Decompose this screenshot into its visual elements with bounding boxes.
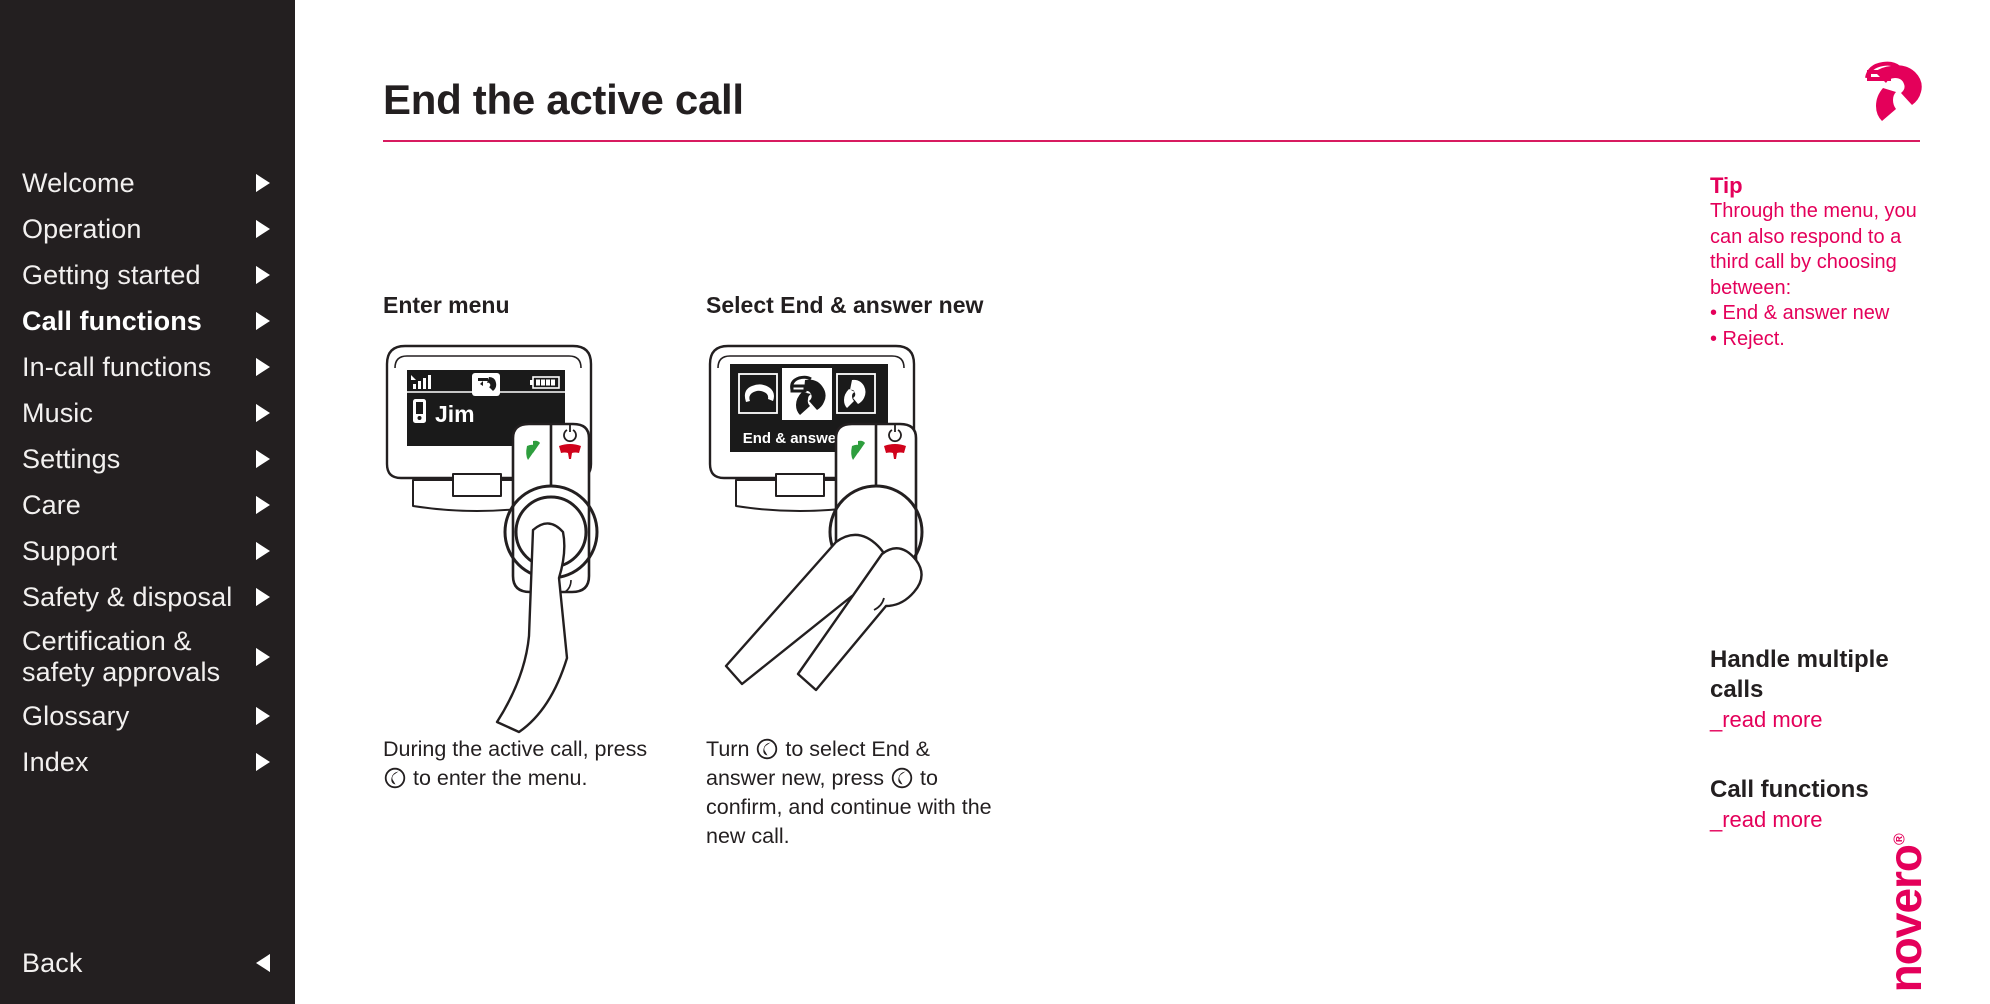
step-2-heading: Select End & answer new: [706, 292, 984, 318]
title-divider: [383, 140, 1920, 142]
related-title: Call functions: [1710, 776, 1869, 803]
sidebar-item-label: Settings: [22, 443, 121, 474]
sidebar-item-welcome[interactable]: Welcome: [0, 160, 295, 206]
jog-dial-icon: [384, 767, 406, 789]
jog-dial-icon: [756, 738, 778, 760]
brand-name: novero: [1879, 844, 1931, 992]
step-2: Select End & answer new End & answer new: [706, 290, 996, 737]
sidebar-item-label: Call functions: [22, 305, 202, 336]
chevron-right-icon: [253, 356, 273, 378]
tip-title: Tip: [1710, 173, 1743, 198]
step-1-caption: During the active call, press to enter t…: [383, 735, 673, 793]
sidebar-item-label: Welcome: [22, 167, 135, 198]
page-title: End the active call: [383, 76, 744, 123]
chevron-right-icon: [253, 172, 273, 194]
sidebar-item-label: Operation: [22, 213, 142, 244]
caption-text-before: During the active call, press: [383, 737, 648, 761]
read-more-link[interactable]: _read more: [1710, 705, 1930, 735]
step-2-illustration: End & answer new: [706, 342, 996, 737]
back-button[interactable]: Back: [0, 940, 295, 986]
chevron-right-icon: [253, 448, 273, 470]
tip-panel: Tip Through the menu, you can also respo…: [1710, 172, 1925, 352]
mobile-phone-icon: [413, 399, 426, 423]
brand-logo: novero®: [1878, 833, 1931, 992]
back-label: Back: [22, 947, 83, 978]
sidebar-nav: Welcome Operation Getting started Call func…: [0, 160, 295, 785]
caption-text-after: to enter the menu.: [407, 766, 588, 790]
sidebar-item-certification-safety-approvals[interactable]: Certification & safety approvals: [0, 620, 295, 693]
end-and-answer-new-icon: [782, 368, 832, 420]
chevron-right-icon: [253, 586, 273, 608]
sidebar-item-label: Music: [22, 397, 94, 428]
read-more-link[interactable]: _read more: [1710, 805, 1930, 835]
phone-handset-icon: [1855, 48, 1933, 126]
sidebar-item-label: Support: [22, 535, 118, 566]
chevron-left-icon: [253, 952, 273, 974]
step-1: Enter menu Jim: [383, 290, 683, 737]
related-link-handle-multiple-calls[interactable]: Handle multiple calls _read more: [1710, 645, 1930, 735]
sidebar-item-call-functions[interactable]: Call functions: [0, 298, 295, 344]
sidebar-item-label: Safety & disposal: [22, 581, 233, 612]
sidebar-item-label: In-call functions: [22, 351, 212, 382]
page-root: Welcome Operation Getting started Call func…: [0, 0, 1990, 1004]
related-link-call-functions[interactable]: Call functions _read more: [1710, 775, 1930, 835]
chevron-right-icon: [253, 310, 273, 332]
sidebar-item-glossary[interactable]: Glossary: [0, 693, 295, 739]
sidebar-item-index[interactable]: Index: [0, 739, 295, 785]
chevron-right-icon: [253, 402, 273, 424]
brand-mark: ®: [1891, 833, 1909, 845]
chevron-right-icon: [253, 218, 273, 240]
sidebar-item-label: Certification & safety approvals: [22, 625, 221, 687]
chevron-right-icon: [253, 646, 273, 668]
step-1-heading: Enter menu: [383, 292, 510, 318]
sidebar-item-getting-started[interactable]: Getting started: [0, 252, 295, 298]
related-title: Handle multiple calls: [1710, 646, 1889, 703]
sidebar-item-label: Getting started: [22, 259, 201, 290]
sidebar-item-label: Glossary: [22, 700, 130, 731]
sidebar-item-label: Index: [22, 746, 89, 777]
chevron-right-icon: [253, 494, 273, 516]
sidebar-item-music[interactable]: Music: [0, 390, 295, 436]
chevron-right-icon: [253, 705, 273, 727]
sidebar-item-care[interactable]: Care: [0, 482, 295, 528]
sidebar-item-label: Care: [22, 489, 81, 520]
sidebar-item-in-call-functions[interactable]: In-call functions: [0, 344, 295, 390]
tip-body: Through the menu, you can also respond t…: [1710, 200, 1917, 350]
jog-dial-icon: [891, 767, 913, 789]
caption-text-part1: Turn: [706, 737, 756, 761]
sidebar-item-support[interactable]: Support: [0, 528, 295, 574]
sidebar-item-safety-disposal[interactable]: Safety & disposal: [0, 574, 295, 620]
sidebar: Welcome Operation Getting started Call func…: [0, 0, 295, 1004]
active-call-icon: [472, 373, 500, 396]
chevron-right-icon: [253, 751, 273, 773]
sidebar-item-settings[interactable]: Settings: [0, 436, 295, 482]
sidebar-item-operation[interactable]: Operation: [0, 206, 295, 252]
chevron-right-icon: [253, 264, 273, 286]
step-2-caption: Turn to select End & answer new, press t…: [706, 735, 996, 851]
step-1-illustration: Jim: [383, 342, 683, 737]
contact-name: Jim: [435, 401, 475, 427]
chevron-right-icon: [253, 540, 273, 562]
